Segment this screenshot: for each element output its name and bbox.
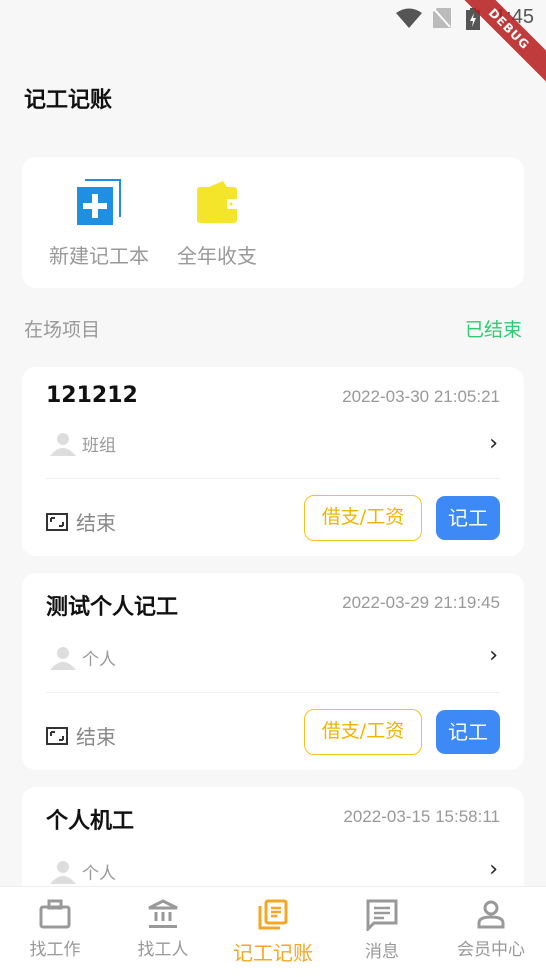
nav-label: 消息 [365,942,399,962]
nav-ledger[interactable]: 记工记账 [218,899,328,966]
nav-label: 记工记账 [233,941,313,965]
nav-find-worker[interactable]: 找工人 [108,899,218,960]
end-project-button[interactable]: 结束 [46,507,116,536]
project-type: 个人 [50,859,116,884]
annual-finance-button[interactable]: 全年收支 [172,179,262,269]
ended-projects-link[interactable]: 已结束 [465,315,522,342]
annual-finance-label: 全年收支 [177,244,257,268]
user-icon [477,900,505,929]
chevron-right-icon[interactable]: › [489,857,498,882]
project-date: 2022-03-15 15:58:11 [343,807,500,826]
project-type: 班组 [50,431,116,456]
message-icon [366,899,398,931]
bank-icon [148,899,178,928]
loan-salary-button[interactable]: 借支/工资 [304,709,422,755]
record-work-button[interactable]: 记工 [436,710,500,754]
project-date: 2022-03-30 21:05:21 [342,387,500,406]
section-title: 在场项目 [24,319,101,341]
bottom-nav: 找工作 找工人 记工记账 消息 会员中心 [0,886,546,977]
project-name: 个人机工 [46,809,135,834]
project-type: 个人 [50,645,116,670]
end-icon [46,512,68,531]
nav-label: 会员中心 [457,940,525,960]
project-type-label: 班组 [82,436,116,456]
project-type-label: 个人 [82,864,116,884]
record-work-button[interactable]: 记工 [436,496,500,540]
project-date: 2022-03-29 21:19:45 [342,593,500,612]
divider [46,478,500,479]
loan-salary-button[interactable]: 借支/工资 [304,495,422,541]
briefcase-icon [39,899,71,929]
end-project-button[interactable]: 结束 [46,721,116,750]
page-title: 记工记账 [24,88,113,113]
divider [46,692,500,693]
project-name: 121212 [46,383,138,408]
end-label: 结束 [76,511,116,535]
wallet-icon [197,181,239,223]
nav-label: 找工作 [29,940,81,960]
section-header: 在场项目 已结束 [24,315,522,342]
wifi-icon [396,8,422,28]
project-card[interactable]: 121212 2022-03-30 21:05:21 班组 › 结束 借支/工资… [22,367,524,556]
new-book-icon [77,179,121,225]
person-icon [50,646,76,670]
end-icon [46,726,68,745]
nav-find-job[interactable]: 找工作 [0,899,110,960]
new-book-button[interactable]: 新建记工本 [46,179,152,269]
nav-member-center[interactable]: 会员中心 [436,899,546,960]
nav-label: 找工人 [137,940,189,960]
status-bar: 1:45 DEBUG [0,0,546,90]
end-label: 结束 [76,725,116,749]
quick-actions-card: 新建记工本 全年收支 [22,157,524,288]
nav-messages[interactable]: 消息 [327,899,437,962]
project-name: 测试个人记工 [46,595,179,620]
project-card[interactable]: 测试个人记工 2022-03-29 21:19:45 个人 › 结束 借支/工资… [22,573,524,770]
person-icon [50,860,76,884]
chevron-right-icon[interactable]: › [489,643,498,668]
new-book-label: 新建记工本 [49,244,149,268]
ledger-icon [258,899,288,930]
chevron-right-icon[interactable]: › [489,431,498,456]
no-sim-icon [433,8,451,28]
person-icon [50,432,76,456]
project-type-label: 个人 [82,650,116,670]
